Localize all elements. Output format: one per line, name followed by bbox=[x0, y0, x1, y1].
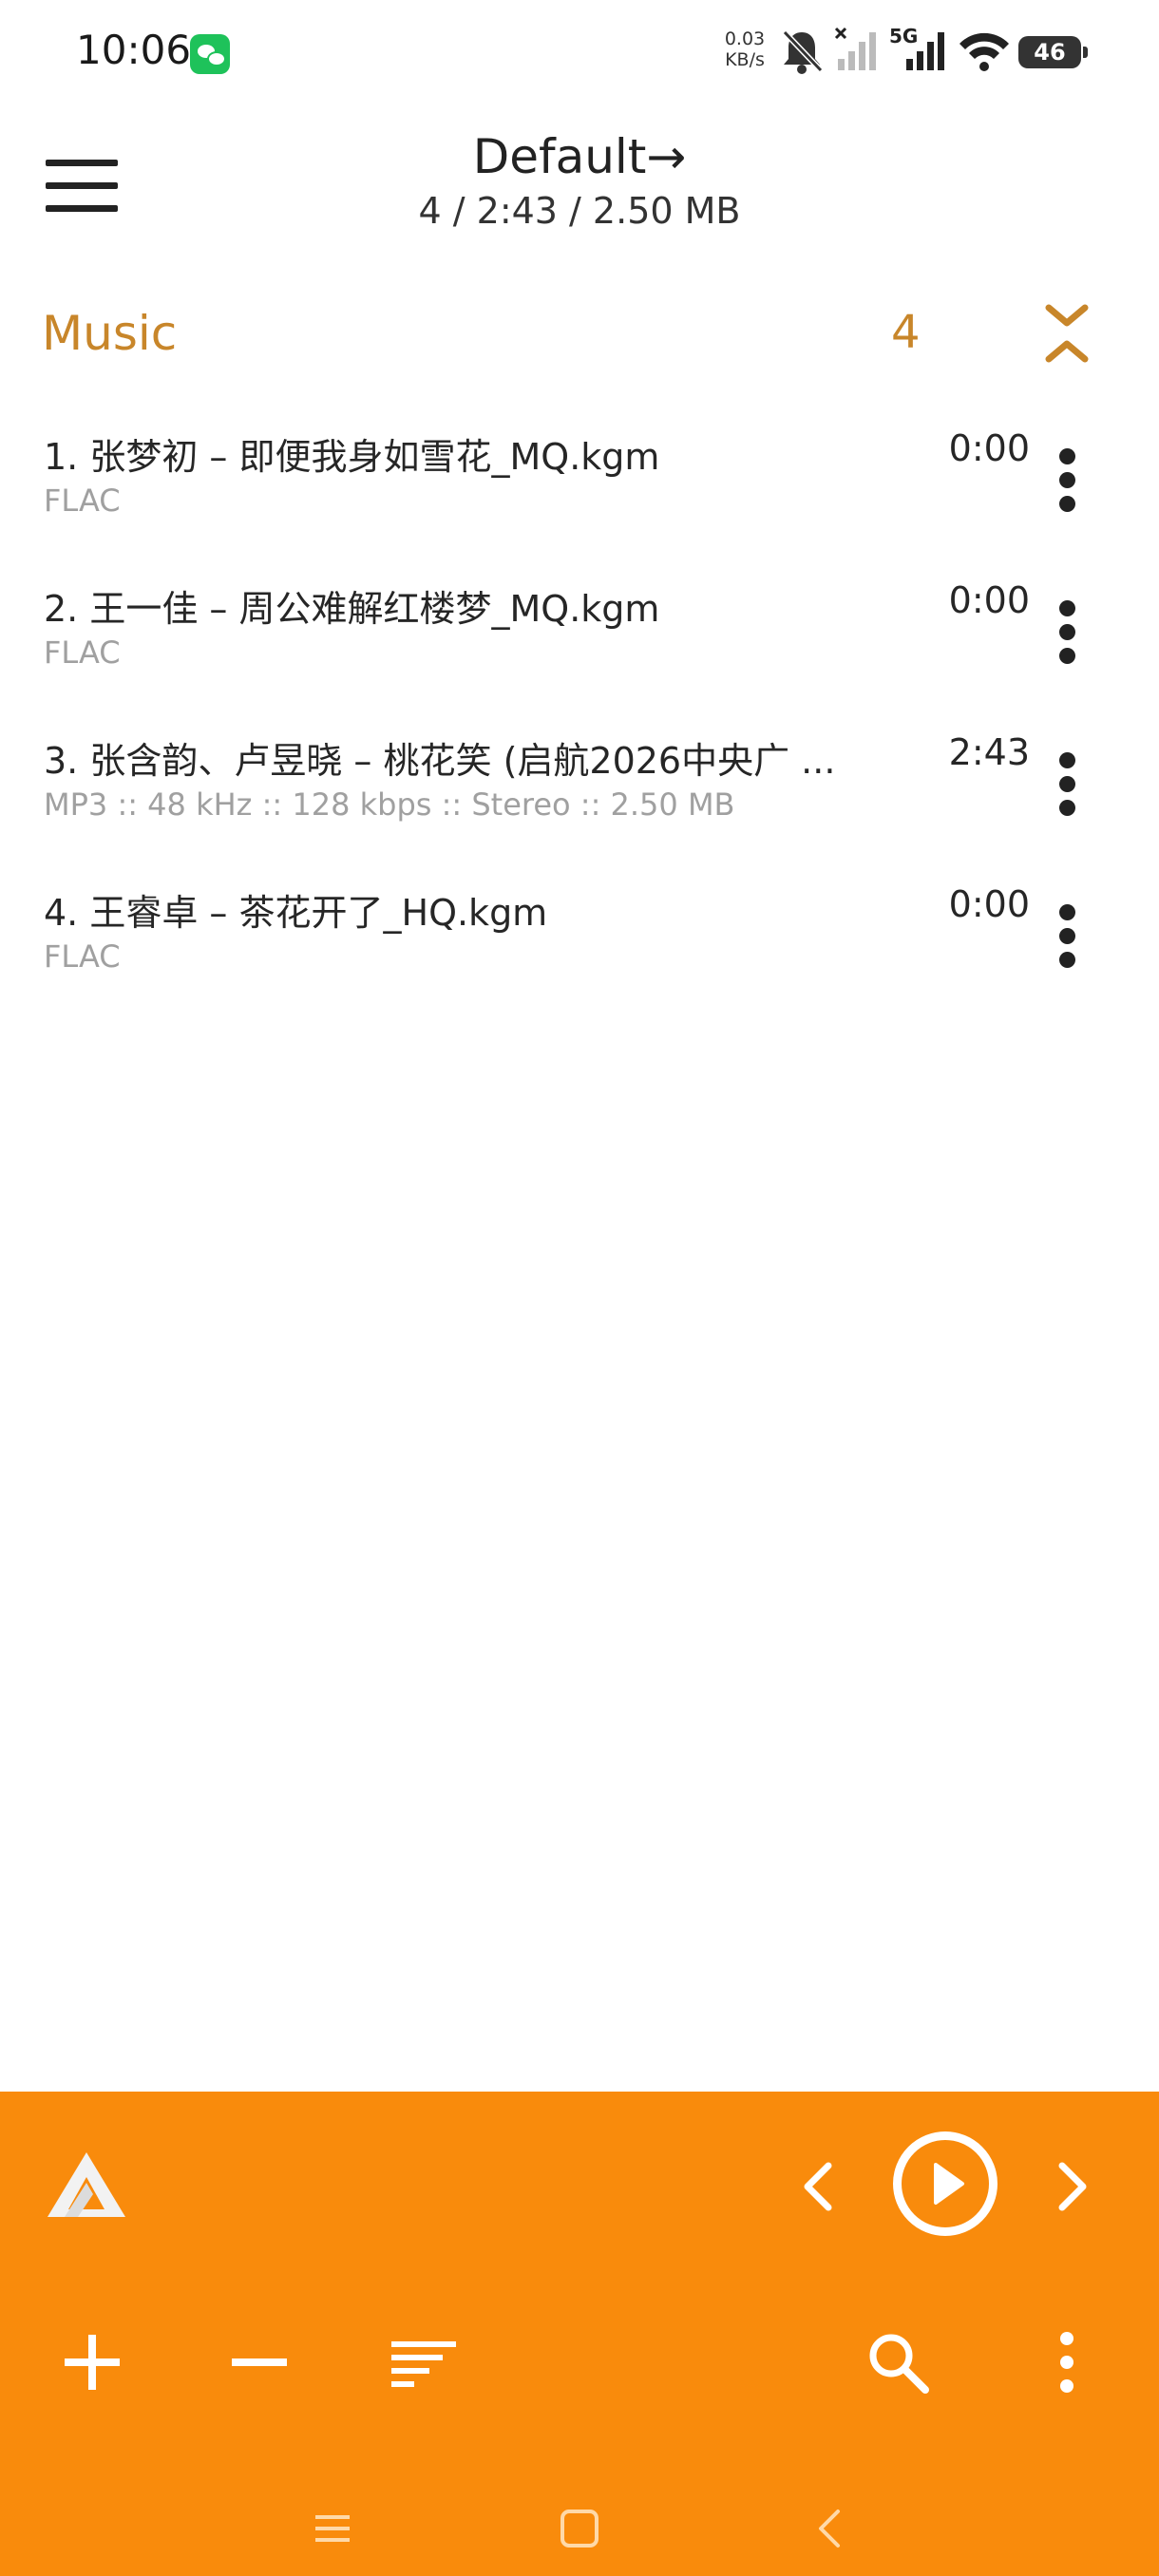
track-duration: 0:00 bbox=[948, 883, 1030, 925]
battery-icon: 46 bbox=[1018, 36, 1088, 68]
track-format: FLAC bbox=[44, 483, 121, 519]
playlist-summary: 4 / 2:43 / 2.50 MB bbox=[418, 190, 741, 232]
track-format: FLAC bbox=[44, 635, 121, 671]
play-button[interactable] bbox=[893, 2131, 998, 2236]
search-icon[interactable] bbox=[864, 2329, 931, 2396]
collapse-expand-icon[interactable] bbox=[1043, 300, 1091, 367]
next-icon[interactable] bbox=[1053, 2158, 1094, 2215]
system-nav-bar bbox=[0, 2491, 1159, 2576]
track-duration: 2:43 bbox=[948, 731, 1030, 773]
bell-muted-icon bbox=[782, 29, 824, 74]
home-icon[interactable] bbox=[559, 2508, 600, 2549]
status-time: 10:06 bbox=[76, 27, 192, 73]
track-more-icon[interactable] bbox=[1053, 448, 1081, 515]
track-item[interactable]: 3. 张含韵、卢昱晓 – 桃花笑 (启航2026中央广 ... MP3 :: 4… bbox=[0, 731, 1159, 883]
track-format: FLAC bbox=[44, 938, 121, 975]
track-item[interactable]: 4. 王睿卓 – 茶花开了_HQ.kgm FLAC 0:00 bbox=[0, 883, 1159, 1035]
track-duration: 0:00 bbox=[948, 579, 1030, 621]
track-more-icon[interactable] bbox=[1053, 600, 1081, 667]
add-icon[interactable] bbox=[59, 2329, 125, 2396]
track-title: 4. 王睿卓 – 茶花开了_HQ.kgm bbox=[44, 892, 548, 934]
wechat-icon bbox=[190, 34, 230, 74]
track-title: 1. 张梦初 – 即便我身如雪花_MQ.kgm bbox=[44, 436, 660, 478]
net-speed-value: 0.03 bbox=[724, 28, 766, 49]
back-icon[interactable] bbox=[809, 2508, 851, 2549]
playlist-name[interactable]: Music bbox=[42, 306, 177, 361]
previous-icon[interactable] bbox=[796, 2158, 838, 2215]
page-title[interactable]: Default→ bbox=[0, 129, 1159, 184]
playlist-count: 4 bbox=[891, 306, 921, 359]
net-speed: 0.03 KB/s bbox=[724, 28, 766, 70]
track-title: 3. 张含韵、卢昱晓 – 桃花笑 (启航2026中央广 ... bbox=[44, 740, 836, 782]
track-more-icon[interactable] bbox=[1053, 752, 1081, 819]
track-format: MP3 :: 48 kHz :: 128 kbps :: Stereo :: 2… bbox=[44, 786, 735, 823]
recent-apps-icon[interactable] bbox=[312, 2508, 353, 2549]
net-speed-unit: KB/s bbox=[725, 49, 765, 70]
more-options-icon[interactable] bbox=[1034, 2329, 1100, 2396]
sort-icon[interactable] bbox=[390, 2329, 456, 2396]
signal-off-icon bbox=[834, 27, 876, 70]
status-bar: 10:06 0.03 KB/s 5G 46 bbox=[0, 0, 1159, 104]
track-more-icon[interactable] bbox=[1053, 904, 1081, 971]
remove-icon[interactable] bbox=[226, 2329, 293, 2396]
player-bar bbox=[0, 2092, 1159, 2576]
app-logo-icon[interactable] bbox=[46, 2149, 127, 2221]
track-duration: 0:00 bbox=[948, 427, 1030, 469]
track-item[interactable]: 2. 王一佳 – 周公难解红楼梦_MQ.kgm FLAC 0:00 bbox=[0, 579, 1159, 731]
wifi-icon bbox=[960, 32, 1009, 71]
play-icon bbox=[934, 2163, 964, 2205]
track-item[interactable]: 1. 张梦初 – 即便我身如雪花_MQ.kgm FLAC 0:00 bbox=[0, 427, 1159, 579]
track-title: 2. 王一佳 – 周公难解红楼梦_MQ.kgm bbox=[44, 588, 660, 630]
signal-5g-icon bbox=[906, 32, 944, 70]
